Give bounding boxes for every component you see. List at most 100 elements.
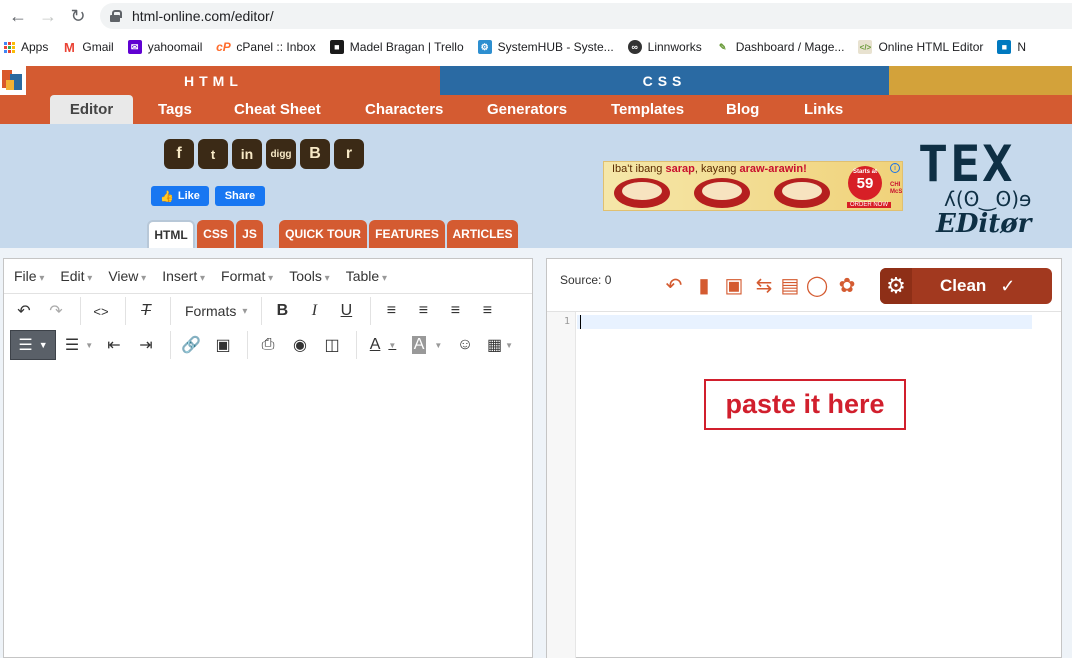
formats-dropdown[interactable]: Formats [177, 303, 255, 319]
menu-insert[interactable]: Insert [162, 268, 205, 284]
bullet-list-icon[interactable]: ☰ ▼ [10, 330, 56, 360]
menu-format[interactable]: Format [221, 268, 273, 284]
bookmark-linnworks[interactable]: ∞ Linnworks [627, 40, 702, 54]
table-icon[interactable]: ▦ ▼ [483, 331, 517, 359]
features-tab[interactable]: FEATURES [369, 220, 445, 248]
underline-icon[interactable]: U [332, 297, 360, 325]
italic-icon[interactable]: I [300, 297, 328, 325]
undo-icon[interactable]: ↶ [663, 274, 685, 297]
active-code-line[interactable] [577, 315, 1032, 329]
lang-tab-js[interactable]: JS [236, 220, 263, 248]
nav-tab-links[interactable]: Links [804, 95, 843, 124]
align-justify-icon[interactable]: ≡ [473, 297, 501, 325]
reddit-icon[interactable]: r [334, 139, 364, 169]
site-header: HTML CSS [0, 66, 1072, 95]
menu-tools[interactable]: Tools [289, 268, 330, 284]
trello-icon: ■ [997, 40, 1012, 54]
nav-tab-characters[interactable]: Characters [365, 95, 443, 124]
js-band[interactable] [889, 66, 1072, 95]
gear-icon[interactable]: ⚙ [880, 268, 912, 304]
bookmark-html-editor[interactable]: </> Online HTML Editor [858, 40, 983, 54]
numbered-list-icon[interactable]: ☰ ▼ [62, 331, 96, 359]
print-icon[interactable]: ⎙ [254, 331, 282, 359]
source-code-icon[interactable]: <> [87, 297, 115, 325]
logo-line-1: TEX [918, 135, 1015, 193]
nav-tab-tags[interactable]: Tags [158, 95, 192, 124]
clear-formatting-icon[interactable]: T [132, 297, 160, 325]
menu-table[interactable]: Table [346, 268, 387, 284]
align-center-icon[interactable]: ≡ [409, 297, 437, 325]
bookmark-label: Apps [21, 40, 49, 54]
logo-line-2: ʎ(ʘ‿ʘ)ɘ [944, 187, 1032, 211]
quick-tour-tab[interactable]: QUICK TOUR [279, 220, 367, 248]
bold-icon[interactable]: B [268, 297, 296, 325]
bookmark-gmail[interactable]: M Gmail [62, 39, 114, 55]
media-icon[interactable]: ◫ [318, 331, 346, 359]
clean-button[interactable]: ⚙ Clean ✓ [880, 268, 1052, 304]
fb-share-button[interactable]: Share [215, 186, 265, 206]
align-left-icon[interactable]: ≡ [377, 297, 405, 325]
bookmark-label: Dashboard / Mage... [735, 40, 845, 54]
bookmark-systemhub[interactable]: ⚙ SystemHUB - Syste... [477, 40, 614, 54]
bookmark-yahoomail[interactable]: ✉ yahoomail [127, 40, 202, 54]
broom-icon: ✓ [1000, 275, 1016, 296]
bookmark-trello[interactable]: ■ Madel Bragan | Trello [329, 40, 464, 54]
undo-icon[interactable]: ↶ [10, 297, 38, 325]
emoticon-icon[interactable]: ☺ [451, 331, 479, 359]
align-right-icon[interactable]: ≡ [441, 297, 469, 325]
redo-icon[interactable]: ↷ [42, 297, 70, 325]
reload-icon[interactable]: ↻ [66, 4, 90, 28]
nav-tab-editor[interactable]: Editor [50, 95, 133, 124]
menu-view[interactable]: View [108, 268, 146, 284]
new-document-icon[interactable]: ▮ [693, 274, 715, 297]
compress-icon[interactable]: ▣ [723, 274, 745, 297]
nav-tab-generators[interactable]: Generators [487, 95, 567, 124]
ad-info-icon[interactable]: i [890, 163, 900, 173]
url-text[interactable]: html-online.com/editor/ [132, 8, 274, 24]
facebook-icon[interactable]: f [164, 139, 194, 169]
menu-edit[interactable]: Edit [60, 268, 92, 284]
systemhub-icon: ⚙ [477, 40, 492, 54]
bookmark-label: Madel Bragan | Trello [349, 40, 464, 54]
image-icon[interactable]: ▣ [209, 331, 237, 359]
forward-arrow-icon[interactable]: → [36, 4, 60, 28]
lang-tab-css[interactable]: CSS [197, 220, 234, 248]
twitter-icon[interactable]: t [198, 139, 228, 169]
nav-tab-blog[interactable]: Blog [726, 95, 759, 124]
html-band[interactable]: HTML [26, 66, 440, 95]
wysiwyg-menubar: File Edit View Insert Format Tools Table [4, 259, 532, 294]
lang-tab-html[interactable]: HTML [147, 220, 195, 248]
text-color-icon[interactable]: A ▼ [363, 331, 403, 359]
background-color-icon[interactable]: A ▼ [407, 331, 447, 359]
digg-icon[interactable]: digg [266, 139, 296, 169]
ad-banner[interactable]: Iba't ibang sarap, kayang araw-arawin! S… [603, 161, 903, 211]
bookmarks-bar: Apps M Gmail ✉ yahoomail cP cPanel :: In… [0, 32, 1072, 62]
text-editor-logo: TEX ʎ(ʘ‿ʘ)ɘ EDitør [918, 135, 1072, 248]
link-icon[interactable]: 🔗 [177, 331, 205, 359]
indent-icon[interactable]: ⇥ [132, 331, 160, 359]
outdent-icon[interactable]: ⇤ [100, 331, 128, 359]
bookmark-cpanel[interactable]: cP cPanel :: Inbox [216, 40, 316, 54]
linkedin-icon[interactable]: in [232, 139, 262, 169]
nav-tab-cheat-sheet[interactable]: Cheat Sheet [234, 95, 321, 124]
menu-file[interactable]: File [14, 268, 44, 284]
blogger-icon[interactable]: B [300, 139, 330, 169]
nav-tab-templates[interactable]: Templates [611, 95, 684, 124]
address-bar[interactable]: html-online.com/editor/ [100, 3, 1072, 29]
css-band[interactable]: CSS [440, 66, 889, 95]
ad-order-now: ORDER NOW [847, 202, 891, 208]
bookmark-trello-2[interactable]: ■ N [997, 40, 1026, 54]
site-logo[interactable] [0, 66, 26, 95]
bookmark-apps[interactable]: Apps [4, 40, 48, 54]
preview-icon[interactable]: ◉ [286, 331, 314, 359]
mouse-icon[interactable]: ◯ [806, 274, 828, 297]
copy-icon[interactable]: ▤ [779, 274, 801, 297]
articles-tab[interactable]: ARTICLES [447, 220, 518, 248]
bookmark-magento[interactable]: ✎ Dashboard / Mage... [715, 40, 845, 54]
fb-like-button[interactable]: 👍 Like [151, 186, 209, 206]
back-arrow-icon[interactable]: ← [6, 4, 30, 28]
food-plate-image [774, 178, 830, 208]
gmail-icon: M [62, 39, 77, 55]
palette-icon[interactable]: ✿ [836, 274, 858, 297]
refresh-icon[interactable]: ⇆ [753, 274, 775, 297]
